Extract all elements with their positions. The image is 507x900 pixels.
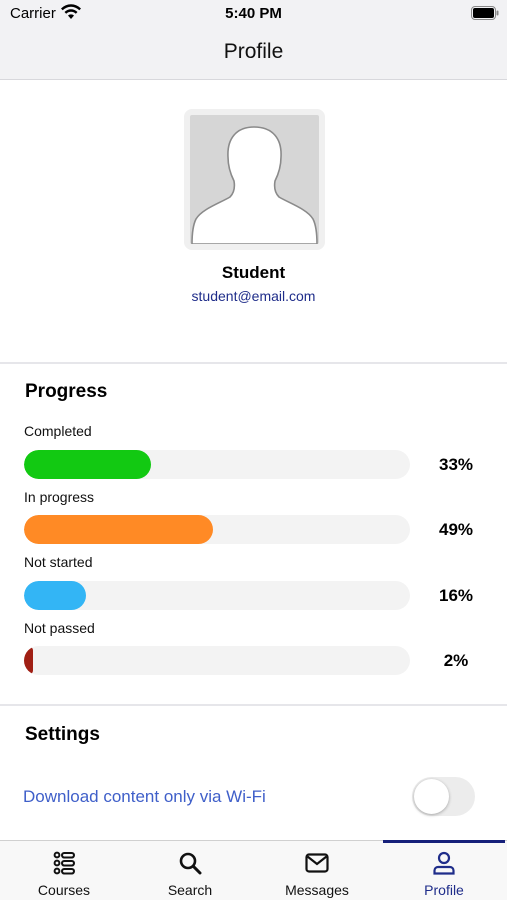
avatar-placeholder-icon (190, 115, 319, 244)
wifi-only-setting-label: Download content only via Wi-Fi (23, 787, 266, 806)
toggle-knob (414, 779, 449, 814)
battery-icon (471, 6, 499, 20)
progress-percent-in-progress: 49% (438, 520, 474, 539)
clock: 5:40 PM (225, 5, 282, 22)
tab-courses[interactable]: Courses (1, 841, 127, 900)
section-divider (0, 362, 507, 364)
status-bar: Carrier 5:40 PM (0, 0, 507, 28)
progress-fill (24, 581, 86, 610)
tab-bar: Courses Search Messages Profile (0, 840, 507, 900)
wifi-only-toggle[interactable] (412, 777, 475, 816)
progress-label-in-progress: In progress (24, 489, 95, 505)
progress-section-title: Progress (25, 381, 108, 402)
tab-label: Profile (424, 882, 464, 898)
profile-name: Student (221, 263, 286, 282)
profile-email: student@email.com (191, 288, 316, 304)
progress-label-not-started: Not started (24, 554, 93, 570)
tab-messages[interactable]: Messages (254, 841, 380, 900)
tab-label: Search (167, 882, 213, 898)
progress-percent-not-started: 16% (438, 586, 474, 605)
tab-label: Messages (285, 882, 349, 898)
tab-label: Courses (37, 882, 91, 898)
courses-icon (53, 851, 75, 875)
profile-icon (433, 851, 455, 875)
avatar[interactable] (184, 109, 325, 250)
page-title: Profile (223, 40, 284, 63)
progress-percent-completed: 33% (438, 455, 474, 474)
progress-bar-not-passed (24, 646, 410, 675)
progress-fill (24, 515, 214, 544)
progress-percent-not-passed: 2% (443, 651, 469, 670)
search-icon (179, 852, 202, 875)
progress-fill (24, 450, 152, 479)
progress-bar-not-started (24, 581, 410, 610)
settings-section-title: Settings (25, 724, 100, 745)
progress-fill (24, 646, 33, 675)
messages-icon (305, 853, 329, 873)
navigation-bar: Profile (0, 28, 507, 80)
section-divider (0, 704, 507, 706)
progress-label-completed: Completed (24, 423, 92, 439)
progress-bar-in-progress (24, 515, 410, 544)
tab-profile[interactable]: Profile (381, 841, 507, 900)
progress-bar-completed (24, 450, 410, 479)
progress-label-not-passed: Not passed (24, 620, 95, 636)
tab-search[interactable]: Search (127, 841, 253, 900)
